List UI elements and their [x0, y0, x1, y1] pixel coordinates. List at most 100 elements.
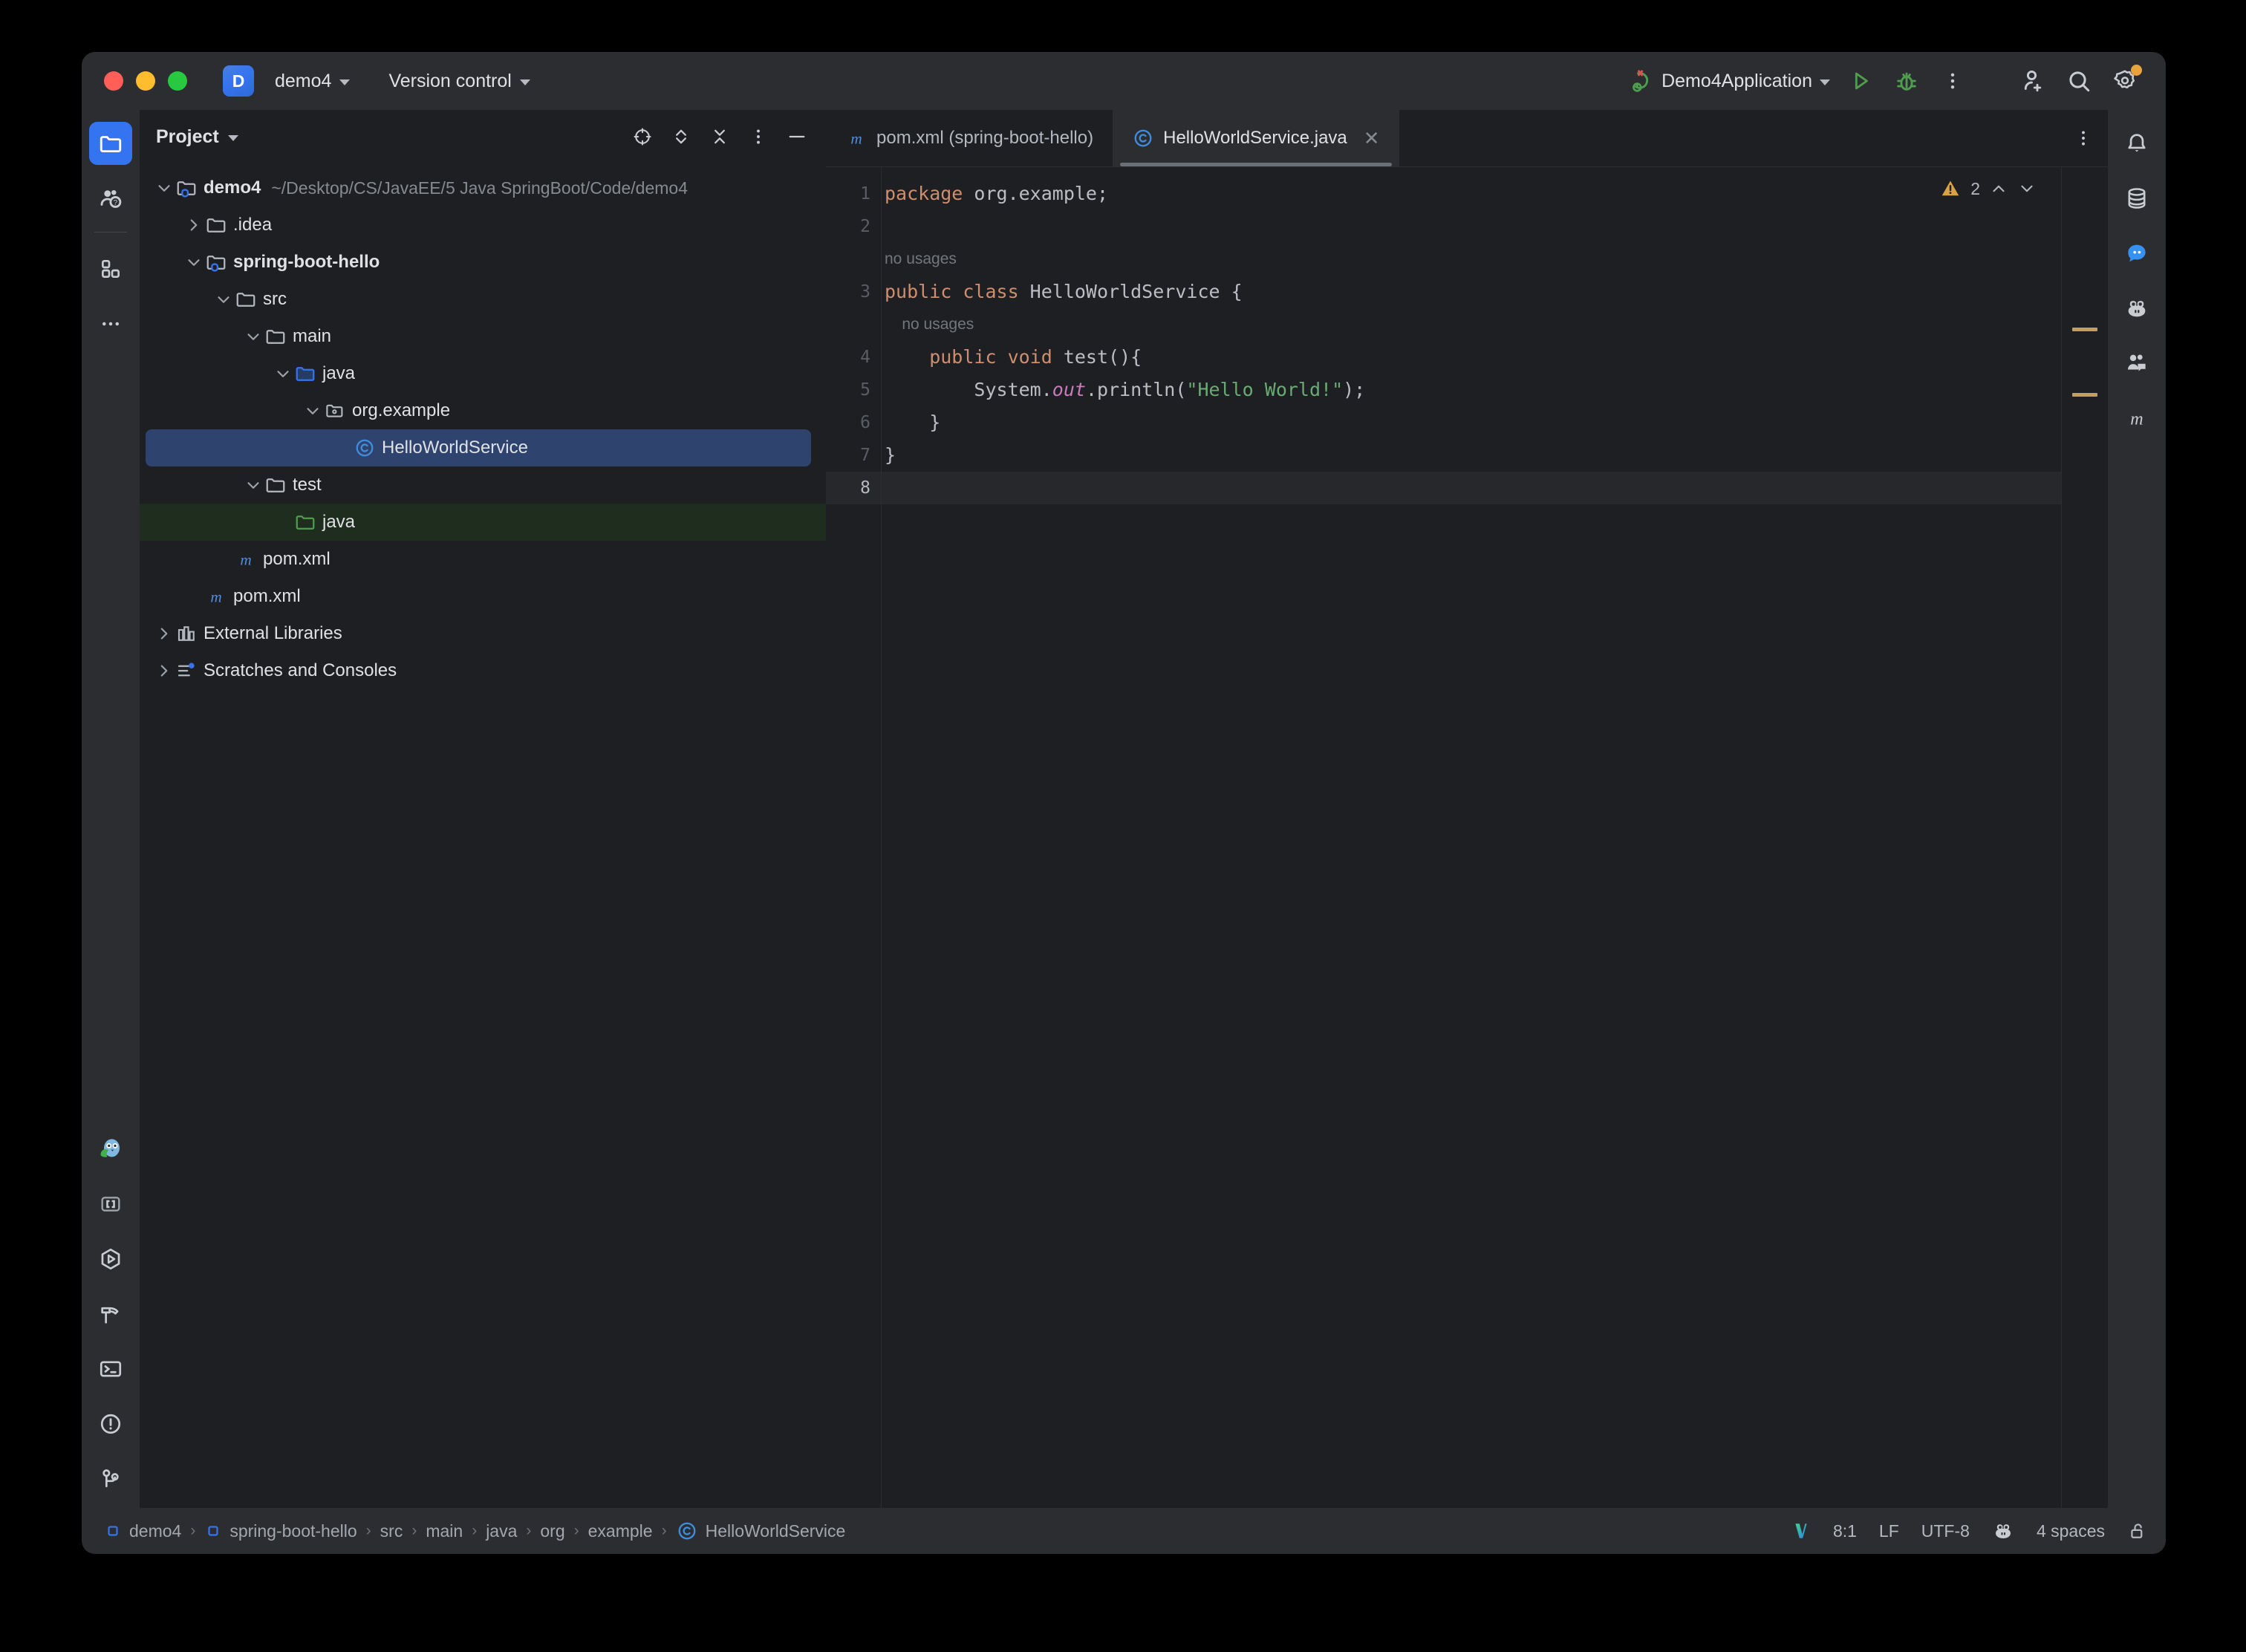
sidebar-item-assistant-chat[interactable]: [2115, 342, 2158, 385]
tree-item-helloworldservice[interactable]: HelloWorldService: [146, 429, 811, 466]
sidebar-item-ai-chat[interactable]: [2115, 232, 2158, 275]
debug-button[interactable]: [1884, 58, 1930, 104]
sidebar-item-version-control[interactable]: [89, 1457, 132, 1500]
indent-setting[interactable]: 4 spaces: [2037, 1521, 2105, 1541]
vcs-v-icon[interactable]: [1791, 1521, 1811, 1541]
tree-item-spring-boot-hello[interactable]: spring-boot-hello: [146, 244, 811, 281]
code-editor[interactable]: package org.example; no usagespublic cla…: [882, 167, 2108, 1508]
line-number[interactable]: 7: [826, 439, 881, 472]
line-number[interactable]: 8: [826, 472, 881, 504]
code-line[interactable]: public void test(){: [882, 341, 2108, 374]
close-window-button[interactable]: [104, 71, 123, 91]
tree-arrow-icon[interactable]: [244, 327, 263, 346]
breadcrumb-item-src[interactable]: src: [376, 1521, 408, 1541]
error-stripe[interactable]: [2061, 167, 2108, 1508]
sidebar-item-brackets[interactable]: [89, 1183, 132, 1226]
sidebar-item-terminal[interactable]: [89, 1347, 132, 1391]
inspection-widget[interactable]: 2: [1939, 178, 2037, 200]
code-line[interactable]: }: [882, 406, 2108, 439]
breadcrumb[interactable]: demo4›spring-boot-hello›src›main›java›or…: [100, 1520, 850, 1542]
breadcrumb-item-example[interactable]: example: [584, 1521, 657, 1541]
sidebar-item-problems[interactable]: [89, 1402, 132, 1446]
caret-position[interactable]: 8:1: [1833, 1521, 1857, 1541]
sidebar-item-notifications[interactable]: [2115, 122, 2158, 165]
tree-item-java[interactable]: java: [140, 504, 826, 541]
project-options-button[interactable]: [740, 118, 777, 155]
maximize-window-button[interactable]: [168, 71, 187, 91]
close-tab-button[interactable]: ✕: [1364, 127, 1380, 150]
tree-item-pom-xml[interactable]: mpom.xml: [146, 541, 811, 578]
collapse-all-button[interactable]: [701, 118, 738, 155]
settings-button[interactable]: [2102, 58, 2148, 104]
more-options-button[interactable]: [1930, 58, 1976, 104]
sidebar-item-ai-assistant[interactable]: ?: [89, 177, 132, 220]
version-control-dropdown[interactable]: Version control: [381, 65, 537, 97]
window-controls[interactable]: [104, 71, 187, 91]
sidebar-item-maven[interactable]: m: [2115, 397, 2158, 440]
project-name-dropdown[interactable]: demo4: [267, 65, 357, 97]
expand-collapse-button[interactable]: [663, 118, 700, 155]
tree-item-java[interactable]: java: [146, 355, 811, 392]
sidebar-item-structure[interactable]: [89, 247, 132, 290]
tree-item-scratches-and-consoles[interactable]: Scratches and Consoles: [146, 652, 811, 689]
line-number[interactable]: 5: [826, 374, 881, 406]
tree-arrow-icon[interactable]: [154, 661, 174, 680]
line-number[interactable]: 6: [826, 406, 881, 439]
chevron-down-icon[interactable]: [228, 135, 238, 141]
run-configuration-selector[interactable]: Demo4Application: [1621, 64, 1838, 98]
sidebar-item-copilot[interactable]: [2115, 287, 2158, 330]
breadcrumb-item-spring-boot-hello[interactable]: spring-boot-hello: [200, 1521, 361, 1541]
line-number[interactable]: 3: [826, 276, 881, 308]
breadcrumb-item-main[interactable]: main: [421, 1521, 467, 1541]
tree-arrow-icon[interactable]: [184, 215, 204, 235]
sidebar-item-database[interactable]: [2115, 177, 2158, 220]
breadcrumb-item-helloworldservice[interactable]: HelloWorldService: [671, 1520, 850, 1542]
tree-arrow-icon[interactable]: [214, 290, 233, 309]
tree-arrow-icon[interactable]: [184, 253, 204, 272]
stripe-warning-mark[interactable]: [2072, 328, 2097, 331]
breadcrumb-item-org[interactable]: org: [536, 1521, 569, 1541]
code-line[interactable]: [882, 210, 2108, 243]
editor-tabs[interactable]: mpom.xml (spring-boot-hello)HelloWorldSe…: [826, 110, 2108, 167]
line-number[interactable]: 1: [826, 178, 881, 210]
hide-panel-button[interactable]: [778, 118, 816, 155]
line-separator[interactable]: LF: [1879, 1521, 1899, 1541]
sidebar-item-mascot[interactable]: [89, 1128, 132, 1171]
editor-tab-helloworldservice-java[interactable]: HelloWorldService.java✕: [1113, 110, 1399, 166]
search-button[interactable]: [2056, 58, 2102, 104]
project-tree[interactable]: demo4~/Desktop/CS/JavaEE/5 Java SpringBo…: [140, 163, 826, 1508]
editor-tab-pom-xml-spring-boot-hello[interactable]: mpom.xml (spring-boot-hello): [826, 110, 1113, 166]
tree-item-org-example[interactable]: org.example: [146, 392, 811, 429]
stripe-warning-mark[interactable]: [2072, 393, 2097, 397]
line-number[interactable]: 2: [826, 210, 881, 243]
breadcrumb-item-demo4[interactable]: demo4: [100, 1521, 186, 1541]
tree-arrow-icon[interactable]: [154, 624, 174, 643]
code-line[interactable]: }: [882, 439, 2108, 472]
sidebar-item-build[interactable]: [89, 1292, 132, 1336]
sidebar-item-more[interactable]: [89, 302, 132, 345]
minimize-window-button[interactable]: [136, 71, 155, 91]
copilot-icon[interactable]: [1992, 1520, 2014, 1542]
code-line[interactable]: [882, 472, 2108, 504]
tree-arrow-icon[interactable]: [244, 475, 263, 495]
tree-item-main[interactable]: main: [146, 318, 811, 355]
tree-item-demo4[interactable]: demo4~/Desktop/CS/JavaEE/5 Java SpringBo…: [146, 169, 811, 206]
file-encoding[interactable]: UTF-8: [1921, 1521, 1970, 1541]
tree-arrow-icon[interactable]: [303, 401, 322, 420]
code-line[interactable]: package org.example;: [882, 178, 2108, 210]
tree-item-pom-xml[interactable]: mpom.xml: [146, 578, 811, 615]
tree-arrow-icon[interactable]: [154, 178, 174, 198]
tree-item-external-libraries[interactable]: External Libraries: [146, 615, 811, 652]
tree-item-src[interactable]: src: [146, 281, 811, 318]
breadcrumb-item-java[interactable]: java: [481, 1521, 521, 1541]
unlocked-icon[interactable]: [2127, 1521, 2148, 1541]
sidebar-item-run[interactable]: [89, 1238, 132, 1281]
editor-tab-options[interactable]: [2074, 110, 2108, 166]
select-opened-file-button[interactable]: [624, 118, 661, 155]
add-user-button[interactable]: [2010, 58, 2056, 104]
run-button[interactable]: [1838, 58, 1884, 104]
code-line[interactable]: public class HelloWorldService {: [882, 276, 2108, 308]
tree-item-idea[interactable]: .idea: [146, 206, 811, 244]
line-number[interactable]: 4: [826, 341, 881, 374]
tree-arrow-icon[interactable]: [273, 364, 293, 383]
